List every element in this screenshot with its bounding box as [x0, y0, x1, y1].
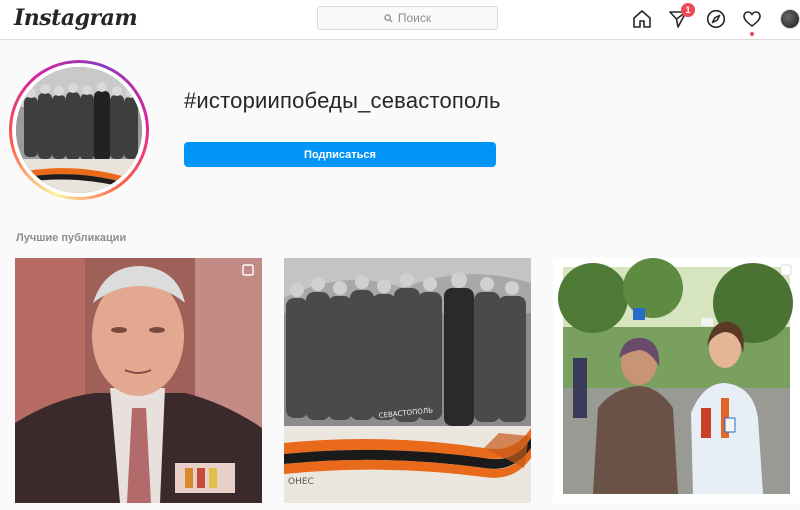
- hashtag-title: #историипобеды_севастополь: [184, 88, 501, 113]
- multiple-photos-icon: [780, 264, 792, 276]
- home-icon: [633, 10, 651, 28]
- post-thumbnail[interactable]: СЕВАСТОПОЛЬ ОНЕС: [284, 258, 531, 503]
- follow-button[interactable]: Подписаться: [184, 142, 496, 167]
- post-image-veteran-portrait: [15, 258, 262, 503]
- activity-button[interactable]: [741, 8, 763, 30]
- multiple-photos-icon: [242, 264, 254, 276]
- top-posts-heading: Лучшие публикации: [16, 232, 127, 244]
- hashtag-avatar-ring: [9, 60, 149, 200]
- post-image-soldiers-photo: СЕВАСТОПОЛЬ ОНЕС: [284, 258, 531, 503]
- top-navigation-bar: Instagram Поиск 1: [0, 0, 800, 40]
- hashtag-avatar-frame: [12, 63, 146, 197]
- post-image-veteran-and-volunteer: [553, 258, 800, 503]
- search-placeholder: Поиск: [397, 11, 432, 25]
- hashtag-avatar-image: [16, 67, 142, 193]
- photo-watermark-text: ОНЕС: [288, 477, 314, 487]
- post-thumbnail[interactable]: [15, 258, 262, 503]
- home-button[interactable]: [631, 8, 653, 30]
- explore-button[interactable]: [705, 8, 727, 30]
- search-input[interactable]: Поиск: [317, 6, 498, 30]
- heart-icon: [743, 11, 761, 27]
- compass-icon: [706, 9, 726, 29]
- activity-indicator-dot: [750, 32, 754, 36]
- post-thumbnail[interactable]: [553, 258, 800, 503]
- search-icon: [384, 13, 393, 23]
- avatar-icon[interactable]: [780, 9, 800, 29]
- instagram-logo[interactable]: Instagram: [14, 5, 138, 31]
- notification-badge: 1: [681, 3, 695, 17]
